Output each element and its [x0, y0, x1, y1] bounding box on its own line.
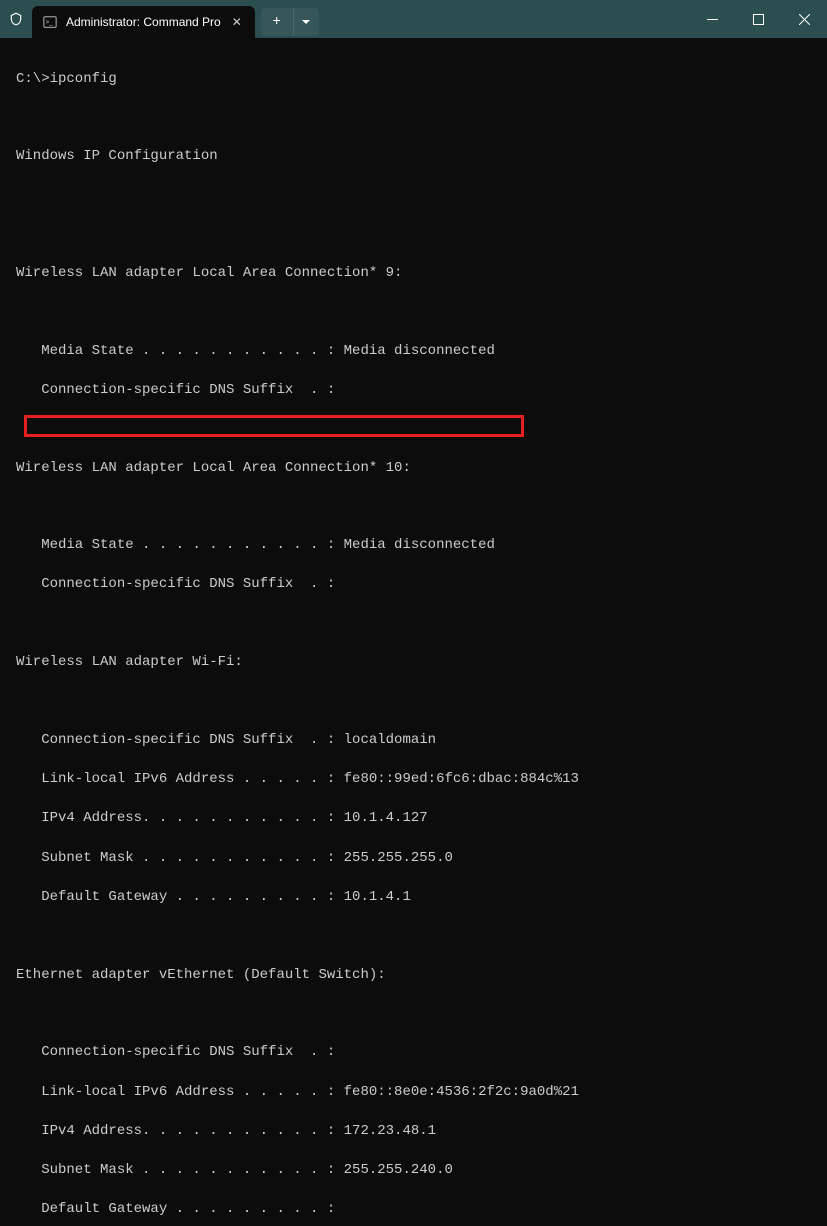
adapter-field: Default Gateway . . . . . . . . . :: [16, 1200, 811, 1220]
adapter-field: IPv4 Address. . . . . . . . . . . : 10.1…: [16, 809, 811, 829]
output-header: Windows IP Configuration: [16, 147, 811, 167]
tab-active[interactable]: >_ Administrator: Command Pro ✕: [32, 6, 255, 38]
adapter-field-gateway: Default Gateway . . . . . . . . . : 10.1…: [16, 888, 811, 908]
adapter-field: Link-local IPv6 Address . . . . . : fe80…: [16, 770, 811, 790]
tab-dropdown-button[interactable]: [293, 8, 319, 36]
prompt-line: C:\>ipconfig: [16, 70, 811, 90]
titlebar: >_ Administrator: Command Pro ✕ +: [0, 0, 827, 38]
adapter-field: Media State . . . . . . . . . . . : Medi…: [16, 342, 811, 362]
tab-actions: +: [261, 8, 319, 36]
adapter-field: IPv4 Address. . . . . . . . . . . : 172.…: [16, 1122, 811, 1142]
adapter-title: Ethernet adapter vEthernet (Default Swit…: [16, 966, 811, 986]
adapter-field: Connection-specific DNS Suffix . :: [16, 575, 811, 595]
terminal-icon: >_: [42, 14, 58, 30]
adapter-field: Connection-specific DNS Suffix . : local…: [16, 731, 811, 751]
tab-title: Administrator: Command Pro: [66, 15, 221, 29]
minimize-button[interactable]: [689, 0, 735, 38]
adapter-title: Wireless LAN adapter Wi-Fi:: [16, 653, 811, 673]
close-icon[interactable]: ✕: [229, 14, 245, 30]
maximize-button[interactable]: [735, 0, 781, 38]
svg-text:>_: >_: [46, 19, 54, 26]
adapter-title: Wireless LAN adapter Local Area Connecti…: [16, 459, 811, 479]
adapter-field: Connection-specific DNS Suffix . :: [16, 1043, 811, 1063]
shield-icon: [6, 9, 26, 29]
window-controls: [689, 0, 827, 38]
adapter-field: Subnet Mask . . . . . . . . . . . : 255.…: [16, 1161, 811, 1181]
new-tab-button[interactable]: +: [261, 8, 293, 36]
terminal-output[interactable]: C:\>ipconfig Windows IP Configuration Wi…: [0, 38, 827, 1226]
adapter-field: Link-local IPv6 Address . . . . . : fe80…: [16, 1083, 811, 1103]
adapter-field: Media State . . . . . . . . . . . : Medi…: [16, 536, 811, 556]
adapter-title: Wireless LAN adapter Local Area Connecti…: [16, 264, 811, 284]
adapter-field: Subnet Mask . . . . . . . . . . . : 255.…: [16, 849, 811, 869]
adapter-field: Connection-specific DNS Suffix . :: [16, 381, 811, 401]
close-window-button[interactable]: [781, 0, 827, 38]
